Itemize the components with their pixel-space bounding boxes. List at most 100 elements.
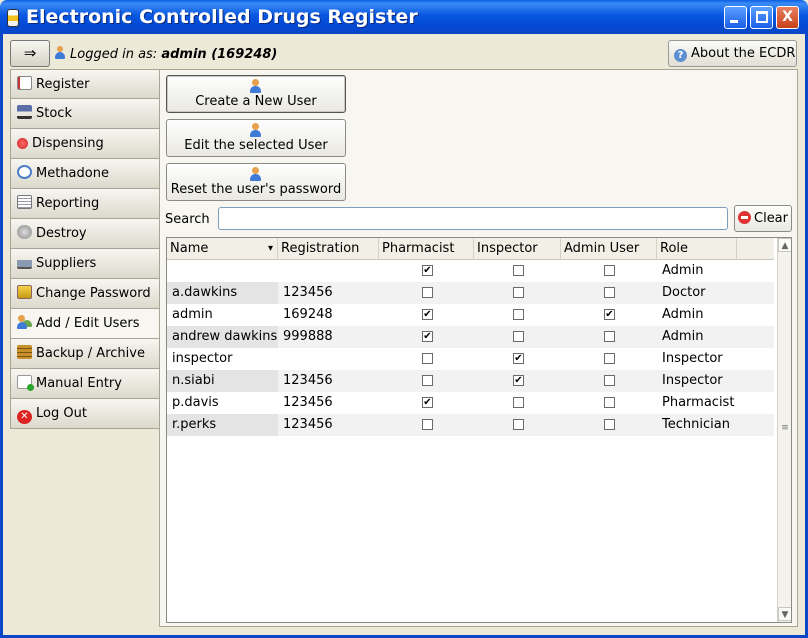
login-switch-button[interactable]: ⇒ xyxy=(10,40,50,67)
inspector-checkbox[interactable] xyxy=(513,287,524,298)
admin-checkbox[interactable] xyxy=(604,265,615,276)
edit-user-icon xyxy=(249,123,263,137)
vertical-scrollbar[interactable]: ▲ ≡ ▼ xyxy=(777,238,791,622)
about-button[interactable]: ? About the ECDR xyxy=(668,40,797,67)
supplier-icon xyxy=(17,255,32,269)
admin-checkbox[interactable] xyxy=(604,331,615,342)
reset-password-button[interactable]: Reset the user's password xyxy=(166,163,346,201)
backup-icon xyxy=(17,345,32,359)
sort-chevron-icon: ▾ xyxy=(267,243,273,254)
inspector-checkbox[interactable] xyxy=(513,265,524,276)
registration-cell xyxy=(278,260,379,282)
table-row[interactable]: p.davis 123456 ✔ Pharmacist xyxy=(167,392,774,414)
check-icon: ✔ xyxy=(605,309,614,320)
registration-cell: 999888 xyxy=(283,329,333,344)
password-icon xyxy=(17,285,32,299)
sidebar-item-suppliers[interactable]: Suppliers xyxy=(10,249,160,279)
column-header-label: Inspector xyxy=(477,241,538,256)
minimize-button[interactable] xyxy=(724,6,747,29)
sidebar-item-reporting[interactable]: Reporting xyxy=(10,189,160,219)
help-icon: ? xyxy=(674,49,687,62)
column-header-name[interactable]: Name ▾ xyxy=(167,238,278,260)
close-icon: X xyxy=(782,9,793,25)
login-prefix: Logged in as: xyxy=(70,47,158,62)
scroll-grip-icon[interactable]: ≡ xyxy=(781,423,789,433)
column-header-registration[interactable]: Registration xyxy=(278,238,379,260)
pharmacist-checkbox[interactable]: ✔ xyxy=(422,265,433,276)
sidebar-item-label: Destroy xyxy=(36,226,87,241)
inspector-checkbox[interactable]: ✔ xyxy=(513,353,524,364)
sidebar-item-change-password[interactable]: Change Password xyxy=(10,279,160,309)
sidebar-item-manual-entry[interactable]: Manual Entry xyxy=(10,369,160,399)
column-header-pharmacist[interactable]: Pharmacist xyxy=(379,238,474,260)
edit-user-label: Edit the selected User xyxy=(184,138,328,153)
column-header-admin-user[interactable]: Admin User xyxy=(561,238,657,260)
pharmacist-checkbox[interactable] xyxy=(422,375,433,386)
admin-checkbox[interactable]: ✔ xyxy=(604,309,615,320)
inspector-checkbox[interactable] xyxy=(513,309,524,320)
edit-user-button[interactable]: Edit the selected User xyxy=(166,119,346,157)
table-row[interactable]: admin 169248 ✔ ✔ Admin xyxy=(167,304,774,326)
scroll-down-icon[interactable]: ▼ xyxy=(778,607,791,621)
sidebar-item-log-out[interactable]: ✕ Log Out xyxy=(10,399,160,429)
scroll-up-icon[interactable]: ▲ xyxy=(778,238,791,252)
maximize-button[interactable] xyxy=(750,6,773,29)
column-header-role[interactable]: Role xyxy=(657,238,737,260)
name-cell xyxy=(167,260,278,282)
sidebar-item-label: Backup / Archive xyxy=(36,346,145,361)
registration-cell xyxy=(278,348,379,370)
sidebar-item-destroy[interactable]: Destroy xyxy=(10,219,160,249)
table-row[interactable]: ✔ Admin xyxy=(167,260,774,282)
pharmacist-checkbox[interactable] xyxy=(422,353,433,364)
manual-entry-icon xyxy=(17,375,34,391)
pharmacist-checkbox[interactable]: ✔ xyxy=(422,331,433,342)
pharmacist-checkbox[interactable] xyxy=(422,419,433,430)
sidebar-item-stock[interactable]: Stock xyxy=(10,99,160,129)
name-cell: a.dawkins xyxy=(167,282,278,304)
close-button[interactable]: X xyxy=(776,6,799,29)
title-bar: Electronic Controlled Drugs Register X xyxy=(0,0,808,34)
sidebar-item-label: Stock xyxy=(36,106,72,121)
sidebar-item-dispensing[interactable]: Dispensing xyxy=(10,129,160,159)
table-row[interactable]: inspector ✔ Inspector xyxy=(167,348,774,370)
users-table: Name ▾ Registration Pharmacist Inspector … xyxy=(166,237,792,623)
pharmacist-checkbox[interactable]: ✔ xyxy=(422,309,433,320)
sidebar-item-backup-archive[interactable]: Backup / Archive xyxy=(10,339,160,369)
admin-checkbox[interactable] xyxy=(604,397,615,408)
create-user-button[interactable]: Create a New User xyxy=(166,75,346,113)
inspector-checkbox[interactable]: ✔ xyxy=(513,375,524,386)
sidebar-item-add-edit-users[interactable]: Add / Edit Users xyxy=(10,309,160,339)
reset-password-icon xyxy=(249,167,263,181)
admin-checkbox[interactable] xyxy=(604,375,615,386)
check-icon: ✔ xyxy=(423,265,432,276)
table-row[interactable]: n.siabi 123456 ✔ Inspector xyxy=(167,370,774,392)
inspector-checkbox[interactable] xyxy=(513,397,524,408)
pharmacist-checkbox[interactable] xyxy=(422,287,433,298)
inspector-checkbox[interactable] xyxy=(513,419,524,430)
inspector-checkbox[interactable] xyxy=(513,331,524,342)
admin-checkbox[interactable] xyxy=(604,419,615,430)
pharmacist-checkbox[interactable]: ✔ xyxy=(422,397,433,408)
table-row[interactable]: r.perks 123456 Technician xyxy=(167,414,774,436)
table-row[interactable]: andrew dawkins 999888 ✔ Admin xyxy=(167,326,774,348)
name-cell: andrew dawkins xyxy=(167,326,278,348)
add-user-icon xyxy=(249,79,263,93)
admin-checkbox[interactable] xyxy=(604,287,615,298)
sidebar-item-methadone[interactable]: Methadone xyxy=(10,159,160,189)
column-header-label: Pharmacist xyxy=(382,241,455,256)
arrow-right-icon: ⇒ xyxy=(23,44,37,62)
sidebar-item-label: Dispensing xyxy=(32,136,104,151)
registration-cell: 123456 xyxy=(283,395,333,410)
table-row[interactable]: a.dawkins 123456 Doctor xyxy=(167,282,774,304)
admin-checkbox[interactable] xyxy=(604,353,615,364)
column-header-inspector[interactable]: Inspector xyxy=(474,238,561,260)
sidebar-item-label: Add / Edit Users xyxy=(36,316,140,331)
clear-button[interactable]: Clear xyxy=(734,205,792,232)
check-icon: ✔ xyxy=(423,331,432,342)
clear-icon xyxy=(738,211,751,224)
search-input[interactable] xyxy=(218,207,728,230)
pill-icon xyxy=(17,138,28,149)
name-cell: n.siabi xyxy=(167,370,278,392)
role-cell: Pharmacist xyxy=(662,395,735,410)
sidebar-item-register[interactable]: Register xyxy=(10,69,160,99)
